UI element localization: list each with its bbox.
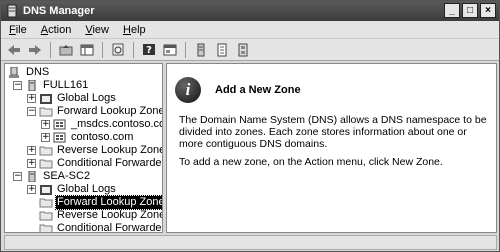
- tree-node-global-logs[interactable]: + Global Logs: [27, 92, 117, 105]
- info-icon: i: [175, 77, 201, 103]
- help-icon: ?: [143, 44, 155, 56]
- tree-label: FULL161: [43, 79, 89, 91]
- tree-node-conditional-forwarders[interactable]: + Conditional Forwarders: [27, 157, 163, 170]
- refresh-icon: [112, 43, 124, 56]
- dns-root-icon: [9, 67, 19, 78]
- expand-toggle[interactable]: +: [27, 146, 36, 155]
- folder-icon: [39, 211, 53, 221]
- show-hide-tree-icon: [80, 44, 94, 55]
- server-icon: [28, 80, 36, 91]
- menu-action[interactable]: Action: [41, 22, 72, 38]
- tree-node-conditional-forwarders[interactable]: Conditional Forwarders: [27, 222, 163, 233]
- svg-text:?: ?: [146, 45, 152, 56]
- tree-label: contoso.com: [71, 131, 134, 143]
- expand-toggle[interactable]: +: [27, 94, 36, 103]
- content-heading: Add a New Zone: [215, 84, 301, 96]
- tree-label: DNS: [26, 66, 50, 78]
- tree-node-forward-lookup-zones-selected[interactable]: Forward Lookup Zones: [27, 195, 162, 210]
- content-description: The Domain Name System (DNS) allows a DN…: [179, 114, 487, 150]
- log-folder-icon: [40, 185, 52, 195]
- list-icon: [238, 43, 248, 56]
- folder-icon: [39, 224, 53, 232]
- tree-node-global-logs[interactable]: + Global Logs: [27, 183, 117, 196]
- menu-view[interactable]: View: [85, 22, 109, 38]
- expand-toggle[interactable]: +: [41, 120, 50, 129]
- collapse-toggle[interactable]: −: [13, 81, 22, 90]
- tree-label: Forward Lookup Zones: [57, 105, 163, 117]
- folder-icon: [39, 146, 53, 156]
- tree-label: Conditional Forwarders: [57, 157, 163, 169]
- document-button[interactable]: [213, 42, 231, 58]
- dns-manager-window: DNS Manager _ □ × File Action View Help: [0, 0, 500, 252]
- forward-button[interactable]: [26, 42, 44, 58]
- list-button[interactable]: [234, 42, 252, 58]
- expand-toggle[interactable]: +: [41, 133, 50, 142]
- server-icon: [197, 43, 205, 56]
- tree-node-sea-sc2[interactable]: − SEA-SC2: [13, 170, 91, 183]
- minimize-button[interactable]: _: [444, 3, 460, 18]
- document-icon: [217, 43, 227, 56]
- tree-root-dns[interactable]: DNS: [8, 66, 50, 79]
- status-bar: [4, 235, 497, 250]
- refresh-button[interactable]: [109, 42, 127, 58]
- zone-icon: [53, 119, 66, 130]
- menu-help[interactable]: Help: [123, 22, 146, 38]
- zone-icon: [53, 132, 66, 143]
- collapse-toggle[interactable]: −: [13, 172, 22, 181]
- tree-label: _msdcs.contoso.com: [71, 118, 162, 130]
- tree-node-reverse-lookup-zones[interactable]: + Reverse Lookup Zones: [27, 144, 163, 157]
- tree-node-reverse-lookup-zones[interactable]: Reverse Lookup Zones: [27, 209, 163, 222]
- tree-label-selected: Forward Lookup Zones: [54, 195, 162, 210]
- details-pane: i Add a New Zone The Domain Name System …: [166, 63, 497, 233]
- window-title: DNS Manager: [23, 5, 95, 17]
- back-icon: [8, 44, 20, 55]
- menu-bar: File Action View Help: [1, 21, 499, 39]
- tree-label: Global Logs: [57, 183, 116, 195]
- title-bar: DNS Manager _ □ ×: [1, 1, 499, 21]
- expand-toggle[interactable]: +: [27, 185, 36, 194]
- show-hide-tree-button[interactable]: [78, 42, 96, 58]
- folder-icon: [39, 159, 53, 169]
- toolbar-separator: [133, 41, 134, 58]
- server-icon: [28, 171, 36, 182]
- toolbar-separator: [50, 41, 51, 58]
- properties-button[interactable]: [161, 42, 179, 58]
- log-folder-icon: [40, 94, 52, 104]
- back-button[interactable]: [5, 42, 23, 58]
- expand-toggle[interactable]: +: [27, 159, 36, 168]
- properties-icon: [163, 44, 177, 55]
- tree-node-full161[interactable]: − FULL161: [13, 79, 89, 92]
- toolbar-separator: [185, 41, 186, 58]
- folder-icon: [39, 107, 53, 117]
- tree-label: SEA-SC2: [43, 170, 91, 182]
- server-button[interactable]: [192, 42, 210, 58]
- tree-label: Global Logs: [57, 92, 116, 104]
- collapse-toggle[interactable]: −: [27, 107, 36, 116]
- up-one-level-button[interactable]: [57, 42, 75, 58]
- tree-node-msdcs-zone[interactable]: + _msdcs.contoso.com: [41, 118, 162, 131]
- toolbar-separator: [102, 41, 103, 58]
- tree-label: Reverse Lookup Zones: [57, 144, 163, 156]
- menu-file[interactable]: File: [9, 22, 27, 38]
- help-button[interactable]: ?: [140, 42, 158, 58]
- tree-node-contoso-zone[interactable]: + contoso.com: [41, 131, 134, 144]
- tree-node-forward-lookup-zones[interactable]: − Forward Lookup Zones: [27, 105, 163, 118]
- close-button[interactable]: ×: [480, 3, 496, 18]
- tree-label: Conditional Forwarders: [57, 222, 163, 233]
- folder-icon: [39, 198, 53, 208]
- tree-label: Reverse Lookup Zones: [57, 209, 163, 221]
- content-instruction: To add a new zone, on the Action menu, c…: [179, 156, 443, 168]
- dns-manager-app-icon: [7, 4, 17, 18]
- toolbar: ?: [1, 39, 499, 61]
- console-tree[interactable]: DNS − FULL161 + Global Logs − Forward Lo…: [4, 63, 163, 233]
- up-folder-icon: [59, 44, 73, 55]
- forward-icon: [29, 44, 41, 55]
- maximize-button[interactable]: □: [462, 3, 478, 18]
